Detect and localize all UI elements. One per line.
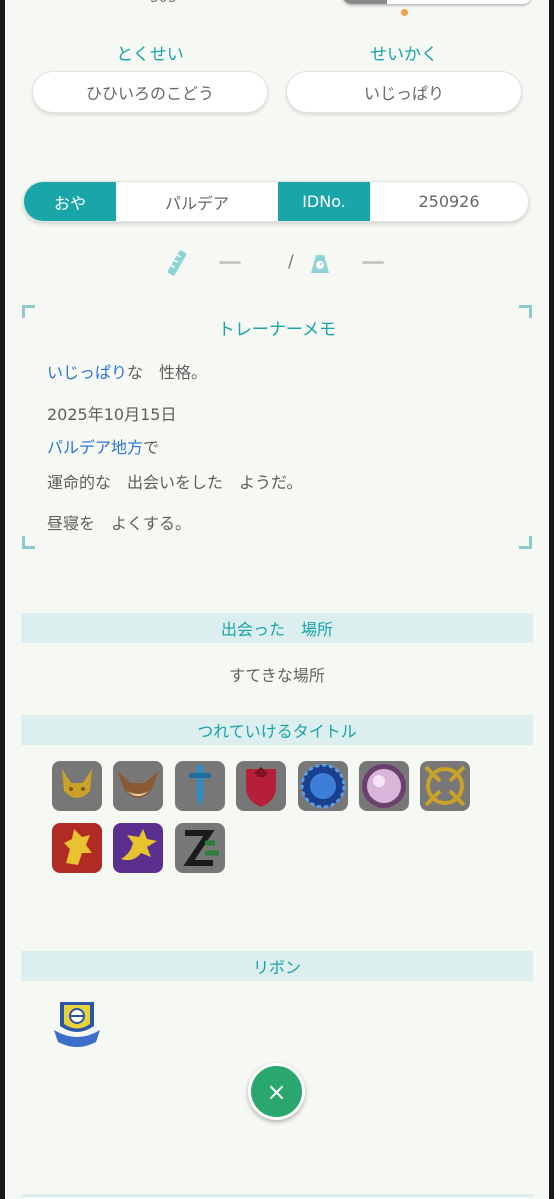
- shield-mark-icon[interactable]: [236, 761, 286, 811]
- eevee-mark-icon[interactable]: [113, 761, 163, 811]
- za-mark-icon[interactable]: [175, 823, 225, 873]
- purple-dragon-mark-icon[interactable]: [113, 823, 163, 873]
- ribbons-heading: リボン: [21, 951, 533, 981]
- golden-ring-mark-icon[interactable]: [420, 761, 470, 811]
- memo-nature-line: いじっぱりな 性格。: [47, 363, 208, 382]
- top-toggle[interactable]: [343, 0, 531, 4]
- left-edge: [0, 0, 5, 1199]
- partial-number: 505: [150, 0, 177, 6]
- size-metrics: /: [0, 248, 554, 278]
- size-separator: /: [288, 252, 294, 272]
- titles-heading: つれていけるタイトル: [21, 715, 533, 745]
- id-value: 250926: [418, 192, 480, 211]
- ruler-icon: [167, 250, 187, 276]
- ot-label: おや: [24, 182, 116, 221]
- close-button[interactable]: ×: [248, 1063, 305, 1120]
- memo-region-line: パルデア地方で: [47, 438, 160, 457]
- met-location-heading: 出会った 場所: [21, 613, 533, 643]
- page-indicator-dot: [401, 9, 408, 16]
- pikachu-mark-icon[interactable]: [52, 761, 102, 811]
- ot-value: パルデア: [164, 193, 229, 213]
- memo-title: トレーナーメモ: [217, 320, 337, 340]
- memo-met-text: 運命的な 出会いをした ようだ。: [47, 473, 303, 492]
- blue-orb-mark-icon[interactable]: [298, 761, 348, 811]
- red-dragon-mark-icon[interactable]: [52, 823, 102, 873]
- trainer-memo: トレーナーメモ いじっぱりな 性格。 2025年10月15日 パルデア地方で 運…: [22, 305, 532, 549]
- id-label: IDNo.: [278, 182, 370, 221]
- memo-date: 2025年10月15日: [47, 405, 177, 424]
- memo-characteristic: 昼寝を よくする。: [47, 514, 192, 533]
- trainer-id-bar: おや パルデア IDNo. 250926: [23, 181, 529, 222]
- met-location-value: すてきな場所: [229, 666, 325, 685]
- weight-value: [362, 261, 384, 264]
- ability-label: とくせい: [116, 45, 184, 65]
- right-edge: [549, 0, 554, 1199]
- nature-label: せいかく: [370, 45, 438, 65]
- sword-mark-icon[interactable]: [175, 761, 225, 811]
- weight-scale-icon: [311, 255, 329, 273]
- height-value: [219, 261, 241, 264]
- close-icon: ×: [266, 1077, 287, 1106]
- bottom-band: [21, 1194, 533, 1197]
- pearl-orb-mark-icon[interactable]: [359, 761, 409, 811]
- paldea-champion-ribbon-icon[interactable]: [50, 996, 104, 1050]
- nature-button[interactable]: いじっぱり: [286, 71, 522, 113]
- ability-button[interactable]: ひひいろのこどう: [32, 71, 268, 113]
